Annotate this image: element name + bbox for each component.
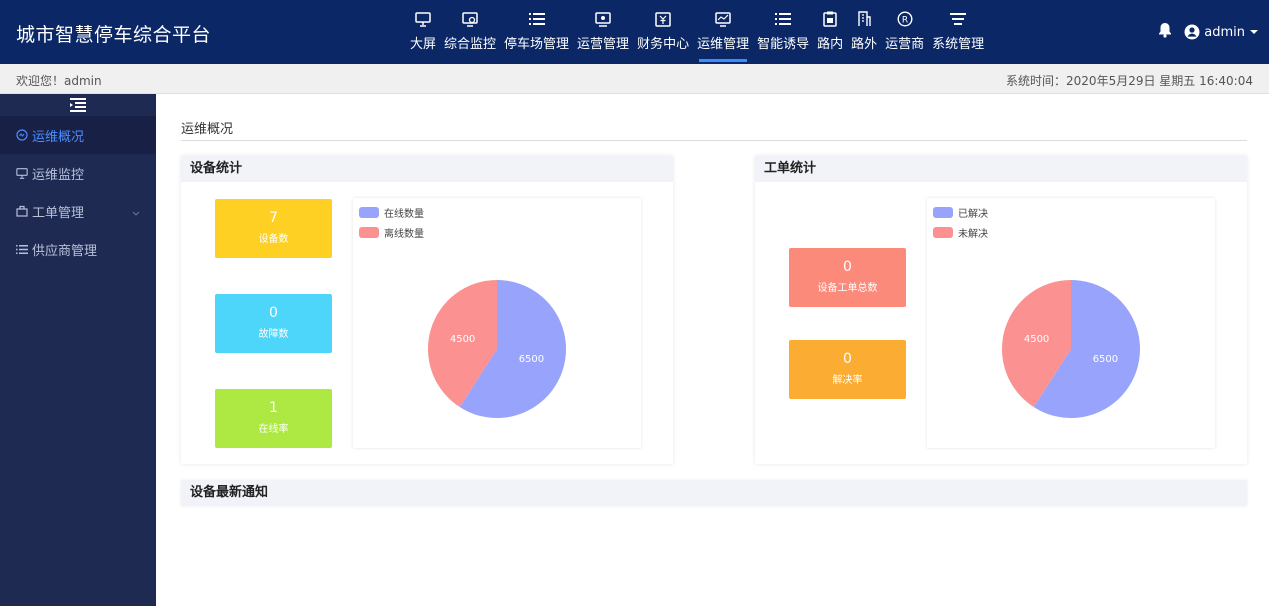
nav-item-5[interactable]: 运维管理 bbox=[693, 0, 753, 64]
nav-item-10[interactable]: 系统管理 bbox=[928, 0, 988, 64]
pie-slice-value-label: 4500 bbox=[450, 334, 475, 345]
sidebar-item-0[interactable]: 运维概况 bbox=[0, 116, 156, 154]
sidebar-item-label: 运维监控 bbox=[32, 167, 85, 183]
nav-item-7[interactable]: 路内 bbox=[813, 0, 847, 64]
workorder_panel-tile-0: 0 设备工单总数 bbox=[789, 248, 906, 307]
list-icon bbox=[528, 10, 545, 28]
sidebar-item-2[interactable]: 工单管理 bbox=[0, 192, 156, 230]
sidebar-item-label: 供应商管理 bbox=[32, 243, 98, 259]
nav-item-label: 财务中心 bbox=[637, 37, 690, 52]
list-icon bbox=[16, 244, 30, 255]
nav-item-4[interactable]: 财务中心 bbox=[633, 0, 693, 64]
nav-item-label: 综合监控 bbox=[444, 37, 497, 52]
sidebar-item-1[interactable]: 运维监控 bbox=[0, 154, 156, 192]
menu-icon bbox=[950, 10, 967, 28]
nav-item-label: 运营商 bbox=[885, 37, 925, 52]
workorder-icon bbox=[16, 205, 30, 217]
nav-item-label: 运维管理 bbox=[697, 37, 750, 52]
user-name: admin bbox=[1204, 24, 1245, 40]
nav-item-label: 智能诱导 bbox=[757, 37, 810, 52]
pie-slice-value-label: 4500 bbox=[1024, 334, 1049, 345]
main-nav: 大屏 综合监控 停车场管理 运营管理 财务中心 运维管理 智能诱导 路内 路外 R 运营商 系统管理 bbox=[406, 0, 988, 64]
welcome-bar: 欢迎您！admin 系统时间：2020年5月29日 星期五 16:40:04 bbox=[0, 64, 1269, 94]
tile-label: 在线率 bbox=[258, 424, 289, 435]
main-content: 运维概况 设备统计 7 设备数 0 故障数 1 在线率 在线数量 离线数量 6500 4500 … bbox=[156, 94, 1269, 606]
nav-item-0[interactable]: 大屏 bbox=[406, 0, 440, 64]
tile-label: 解决率 bbox=[832, 375, 863, 386]
pie-svg: 6500 4500 bbox=[1002, 280, 1140, 418]
nav-item-label: 路外 bbox=[851, 37, 878, 52]
device_panel-tile-1: 0 故障数 bbox=[215, 294, 332, 353]
sidebar-item-3[interactable]: 供应商管理 bbox=[0, 230, 156, 268]
nav-item-1[interactable]: 综合监控 bbox=[440, 0, 500, 64]
tile-value: 0 bbox=[269, 305, 278, 321]
tile-value: 0 bbox=[843, 351, 852, 367]
svg-text:R: R bbox=[902, 16, 908, 26]
building-icon bbox=[857, 10, 871, 28]
nav-item-label: 系统管理 bbox=[932, 37, 985, 52]
sidebar: 运维概况运维监控工单管理供应商管理 bbox=[0, 94, 156, 606]
device_panel-tile-2: 1 在线率 bbox=[215, 389, 332, 448]
tile-value: 1 bbox=[269, 400, 278, 416]
nav-item-9[interactable]: R 运营商 bbox=[881, 0, 928, 64]
clipboard-icon bbox=[823, 10, 837, 28]
device_panel-tile-0: 7 设备数 bbox=[215, 199, 332, 258]
tile-label: 设备数 bbox=[258, 234, 289, 245]
system-time-value: 2020年5月29日 星期五 16:40:04 bbox=[1066, 74, 1253, 88]
monitor-icon bbox=[415, 10, 431, 28]
tile-value: 7 bbox=[269, 210, 278, 226]
tile-label: 设备工单总数 bbox=[817, 283, 878, 294]
breadcrumb-divider bbox=[181, 140, 1247, 141]
monitor-icon bbox=[16, 167, 30, 179]
pie-slice-value-label: 6500 bbox=[519, 354, 544, 365]
screen-dot-icon bbox=[595, 10, 611, 28]
pie-svg: 6500 4500 bbox=[428, 280, 566, 418]
top-navbar: 城市智慧停车综合平台 大屏 综合监控 停车场管理 运营管理 财务中心 运维管理 智能诱导 路内… bbox=[0, 0, 1269, 64]
workorder-pie-chart: 已解决 未解决 6500 4500 bbox=[927, 198, 1215, 448]
nav-item-label: 大屏 bbox=[410, 37, 437, 52]
nav-item-label: 路内 bbox=[817, 37, 844, 52]
overview-icon bbox=[16, 129, 30, 141]
chart-monitor-icon bbox=[715, 10, 731, 28]
welcome-text: 欢迎您！admin bbox=[16, 74, 102, 88]
workorder_panel-tile-1: 0 解决率 bbox=[789, 340, 906, 399]
user-menu[interactable]: admin bbox=[1184, 24, 1259, 40]
sidebar-item-label: 工单管理 bbox=[32, 205, 85, 221]
user-avatar-icon bbox=[1184, 24, 1200, 40]
device-pie-chart: 在线数量 离线数量 6500 4500 bbox=[353, 198, 641, 448]
sidebar-item-label: 运维概况 bbox=[32, 129, 85, 145]
caret-down-icon bbox=[1250, 30, 1258, 34]
tile-label: 故障数 bbox=[258, 329, 289, 340]
list-icon bbox=[775, 10, 792, 28]
nav-item-2[interactable]: 停车场管理 bbox=[500, 0, 573, 64]
top-right-tools: admin bbox=[1158, 22, 1259, 42]
nav-item-label: 运营管理 bbox=[577, 37, 630, 52]
nav-item-label: 停车场管理 bbox=[504, 37, 570, 52]
sidebar-toggle-icon[interactable] bbox=[0, 94, 156, 116]
system-time: 系统时间：2020年5月29日 星期五 16:40:04 bbox=[1006, 72, 1253, 89]
bell-icon[interactable] bbox=[1158, 22, 1172, 42]
device-notice-panel: 设备最新通知 bbox=[181, 480, 1247, 506]
tile-value: 0 bbox=[843, 259, 852, 275]
breadcrumb: 运维概况 bbox=[181, 122, 234, 137]
nav-item-3[interactable]: 运营管理 bbox=[573, 0, 633, 64]
device-notice-title: 设备最新通知 bbox=[181, 480, 1247, 506]
nav-item-8[interactable]: 路外 bbox=[847, 0, 881, 64]
chevron-down-icon bbox=[132, 206, 140, 221]
app-title: 城市智慧停车综合平台 bbox=[16, 24, 212, 46]
camera-monitor-icon bbox=[462, 10, 478, 28]
device-stats-title: 设备统计 bbox=[181, 156, 673, 182]
finance-icon bbox=[655, 10, 671, 28]
nav-item-6[interactable]: 智能诱导 bbox=[753, 0, 813, 64]
workorder-stats-title: 工单统计 bbox=[755, 156, 1247, 182]
system-time-label: 系统时间： bbox=[1006, 74, 1067, 88]
device-stats-panel: 设备统计 7 设备数 0 故障数 1 在线率 在线数量 离线数量 6500 4500 bbox=[181, 156, 673, 464]
pie-slice-value-label: 6500 bbox=[1093, 354, 1118, 365]
badge-icon: R bbox=[897, 10, 913, 28]
workorder-stats-panel: 工单统计 0 设备工单总数 0 解决率 已解决 未解决 6500 4500 bbox=[755, 156, 1247, 464]
